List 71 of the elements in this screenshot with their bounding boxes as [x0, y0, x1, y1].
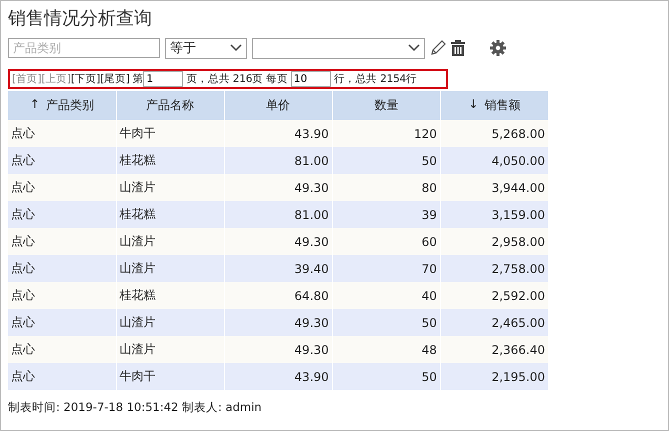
table-cell: 43.90 [224, 363, 332, 390]
page-input[interactable]: 1 [143, 71, 184, 87]
table-cell: 2,958.00 [440, 228, 548, 255]
table-cell: 点心 [8, 255, 116, 282]
table-cell: 80 [332, 174, 440, 201]
column-header[interactable]: ↓ 销售额 [440, 91, 548, 120]
table-cell: 山渣片 [116, 228, 224, 255]
table-cell: 120 [332, 120, 440, 147]
column-header[interactable]: 产品名称 [116, 91, 224, 120]
field-input[interactable]: 产品类别 [8, 38, 160, 58]
table-cell: 2,465.00 [440, 309, 548, 336]
table-cell: 山渣片 [116, 336, 224, 363]
table-cell: 山渣片 [116, 174, 224, 201]
table-cell: 点心 [8, 147, 116, 174]
table-cell: 桂花糕 [116, 147, 224, 174]
table-cell: 50 [332, 363, 440, 390]
table-cell: 50 [332, 309, 440, 336]
table-cell: 81.00 [224, 147, 332, 174]
table-cell: 山渣片 [116, 255, 224, 282]
caret-icon [230, 44, 242, 52]
column-header[interactable]: 数量 [332, 91, 440, 120]
pencil-icon[interactable] [430, 40, 446, 56]
page-prefix: 第 [132, 72, 144, 86]
table-cell: 43.90 [224, 120, 332, 147]
table-cell: 桂花糕 [116, 282, 224, 309]
table-cell: 点心 [8, 174, 116, 201]
page-total: 页，总共 216页 每页 [186, 72, 288, 86]
table-cell: 点心 [8, 120, 116, 147]
pager-link[interactable]: [尾页] [100, 72, 130, 86]
table-cell: 81.00 [224, 201, 332, 228]
page-title: 销售情况分析查询 [8, 7, 153, 31]
table-cell: 49.30 [224, 336, 332, 363]
table-cell: 牛肉干 [116, 120, 224, 147]
table-cell: 60 [332, 228, 440, 255]
table-cell: 2,758.00 [440, 255, 548, 282]
settings-icon[interactable] [490, 40, 506, 56]
caret-icon [408, 44, 420, 52]
table-cell: 点心 [8, 201, 116, 228]
report-footer: 制表时间: 2019-7-18 10:51:42 制表人: admin [8, 400, 668, 415]
table-cell: 40 [332, 282, 440, 309]
table-cell: 3,159.00 [440, 201, 548, 228]
table-cell: 49.30 [224, 174, 332, 201]
table-cell: 39.40 [224, 255, 332, 282]
row-total: 行，总共 2154行 [334, 72, 417, 86]
table-cell: 点心 [8, 309, 116, 336]
page-size-input[interactable]: 10 [290, 71, 331, 87]
table-cell: 点心 [8, 363, 116, 390]
table-cell: 70 [332, 255, 440, 282]
table-cell: 64.80 [224, 282, 332, 309]
operator-select[interactable]: 等于 [165, 38, 247, 58]
table-cell: 5,268.00 [440, 120, 548, 147]
table-cell: 牛肉干 [116, 363, 224, 390]
table-cell: 50 [332, 147, 440, 174]
trash-icon[interactable] [451, 40, 465, 56]
table-cell: 39 [332, 201, 440, 228]
table-cell: 2,366.40 [440, 336, 548, 363]
table-cell: 点心 [8, 336, 116, 363]
table-cell: 2,592.00 [440, 282, 548, 309]
pager-link[interactable]: [下页] [70, 72, 100, 86]
table-cell: 48 [332, 336, 440, 363]
table-cell: 山渣片 [116, 309, 224, 336]
table-cell: 点心 [8, 282, 116, 309]
table-cell: 49.30 [224, 228, 332, 255]
column-header[interactable]: 单价 [224, 91, 332, 120]
table-cell: 3,944.00 [440, 174, 548, 201]
table-cell: 49.30 [224, 309, 332, 336]
table-cell: 点心 [8, 228, 116, 255]
column-header[interactable]: ↑ 产品类别 [8, 91, 116, 120]
table-cell: 4,050.00 [440, 147, 548, 174]
table-cell: 桂花糕 [116, 201, 224, 228]
table-cell: 2,195.00 [440, 363, 548, 390]
